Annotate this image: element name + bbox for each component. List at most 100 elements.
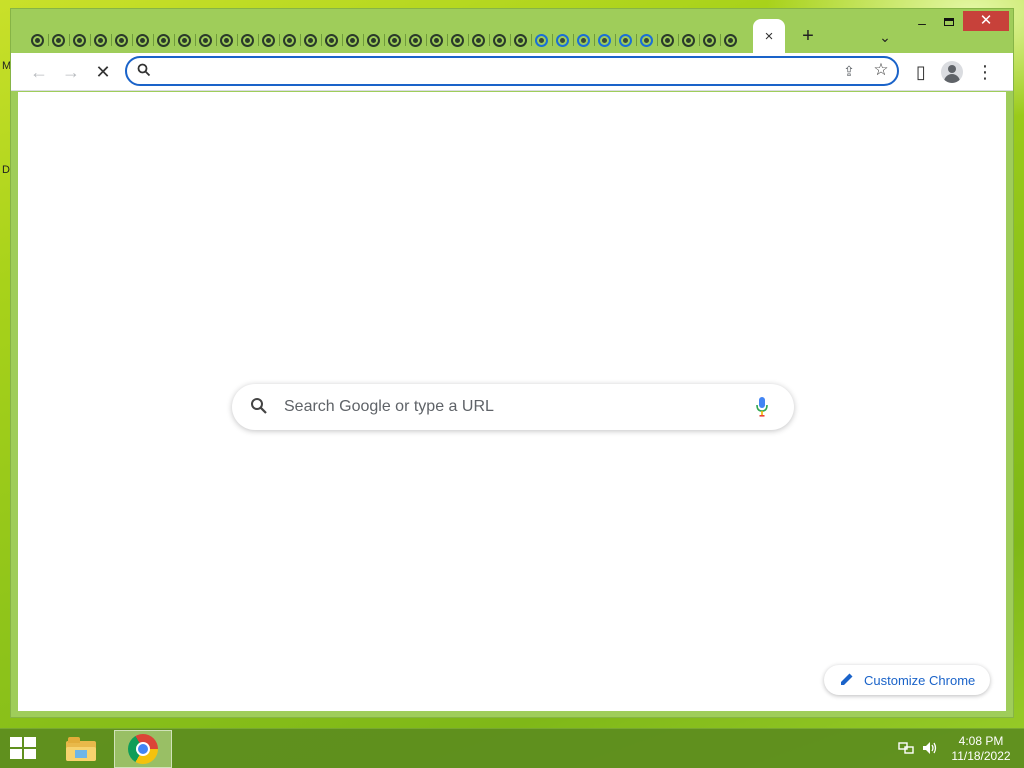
close-tab-icon[interactable]: × [765,28,774,45]
tab-favicon-icon [535,33,548,47]
browser-tab[interactable] [531,27,552,53]
browser-tab[interactable] [48,27,69,53]
side-panel-button[interactable]: ▯ [909,60,933,84]
tab-favicon-icon [73,33,86,47]
new-tab-button[interactable]: + [797,25,819,47]
tab-favicon-icon [409,33,422,47]
tab-list [27,27,741,53]
forward-button[interactable]: → [59,60,83,84]
maximize-button[interactable] [936,13,962,33]
browser-tab[interactable] [132,27,153,53]
tab-favicon-icon [514,33,527,47]
tab-favicon-icon [157,33,170,47]
system-clock[interactable]: 4:08 PM 11/18/2022 [946,734,1016,764]
browser-tab[interactable] [447,27,468,53]
tab-favicon-icon [577,33,590,47]
tab-favicon-icon [136,33,149,47]
browser-tab[interactable] [111,27,132,53]
tab-favicon-icon [724,33,737,47]
active-tab[interactable]: × [753,19,785,53]
tab-favicon-icon [262,33,275,47]
chrome-icon [128,734,158,764]
browser-tab[interactable] [678,27,699,53]
start-button[interactable] [10,737,38,761]
stop-loading-button[interactable]: ✕ [91,60,115,84]
browser-tab[interactable] [468,27,489,53]
tab-favicon-icon [661,33,674,47]
tab-favicon-icon [430,33,443,47]
browser-tab[interactable] [195,27,216,53]
profile-avatar[interactable] [941,61,963,83]
browser-tab[interactable] [342,27,363,53]
browser-tab[interactable] [552,27,573,53]
tab-favicon-icon [619,33,632,47]
browser-tab[interactable] [90,27,111,53]
chrome-menu-button[interactable]: ⋮ [973,60,997,84]
tab-favicon-icon [115,33,128,47]
tab-favicon-icon [640,33,653,47]
browser-tab[interactable] [615,27,636,53]
search-icon [137,63,151,77]
tab-favicon-icon [283,33,296,47]
pencil-icon [841,673,853,685]
network-icon[interactable] [897,741,915,757]
address-bar[interactable]: ⇪ ☆ [125,56,899,86]
customize-chrome-label: Customize Chrome [864,673,976,688]
bookmark-star-icon[interactable]: ☆ [871,60,891,80]
tab-favicon-icon [346,33,359,47]
taskbar-chrome[interactable] [114,730,172,768]
tab-favicon-icon [241,33,254,47]
taskbar-file-explorer[interactable] [52,730,110,768]
browser-tab[interactable] [405,27,426,53]
search-icon [251,398,267,414]
browser-tab[interactable] [279,27,300,53]
browser-tab[interactable] [699,27,720,53]
tab-favicon-icon [31,33,44,47]
browser-tab[interactable] [174,27,195,53]
browser-tab[interactable] [594,27,615,53]
tab-favicon-icon [493,33,506,47]
browser-tab[interactable] [153,27,174,53]
new-tab-page: Search Google or type a URL Customize Ch… [18,92,1006,711]
browser-tab[interactable] [216,27,237,53]
tab-favicon-icon [52,33,65,47]
browser-tab[interactable] [321,27,342,53]
windows-logo-pane [24,749,36,759]
back-button[interactable]: ← [27,60,51,84]
browser-tab[interactable] [573,27,594,53]
tab-favicon-icon [94,33,107,47]
address-input[interactable] [159,62,839,80]
browser-tab[interactable] [636,27,657,53]
share-icon[interactable]: ⇪ [839,61,859,81]
browser-tab[interactable] [69,27,90,53]
tab-favicon-icon [178,33,191,47]
browser-tab[interactable] [363,27,384,53]
browser-tab[interactable] [300,27,321,53]
browser-tab[interactable] [489,27,510,53]
browser-tab[interactable] [27,27,48,53]
clock-date: 11/18/2022 [951,749,1011,763]
tab-favicon-icon [556,33,569,47]
voice-search-icon[interactable] [756,396,768,418]
tab-favicon-icon [199,33,212,47]
tab-favicon-icon [682,33,695,47]
browser-tab[interactable] [426,27,447,53]
browser-tab[interactable] [510,27,531,53]
volume-icon[interactable] [921,741,939,757]
tab-strip: × + ⌄ – ✕ [11,9,1013,53]
maximize-icon [944,18,954,26]
tab-favicon-icon [472,33,485,47]
browser-tab[interactable] [384,27,405,53]
close-window-button[interactable]: ✕ [963,11,1009,31]
customize-chrome-button[interactable]: Customize Chrome [824,665,990,695]
ntp-search-box[interactable]: Search Google or type a URL [232,384,794,430]
browser-tab[interactable] [657,27,678,53]
browser-tab[interactable] [258,27,279,53]
browser-tab[interactable] [720,27,741,53]
tab-search-button[interactable]: ⌄ [875,27,895,47]
desktop-icon-label-d: D [2,164,10,176]
browser-tab[interactable] [237,27,258,53]
browser-toolbar: ← → ✕ ⇪ ☆ ▯ ⋮ [11,53,1013,91]
minimize-button[interactable]: – [909,13,935,33]
windows-logo-pane [10,749,22,759]
